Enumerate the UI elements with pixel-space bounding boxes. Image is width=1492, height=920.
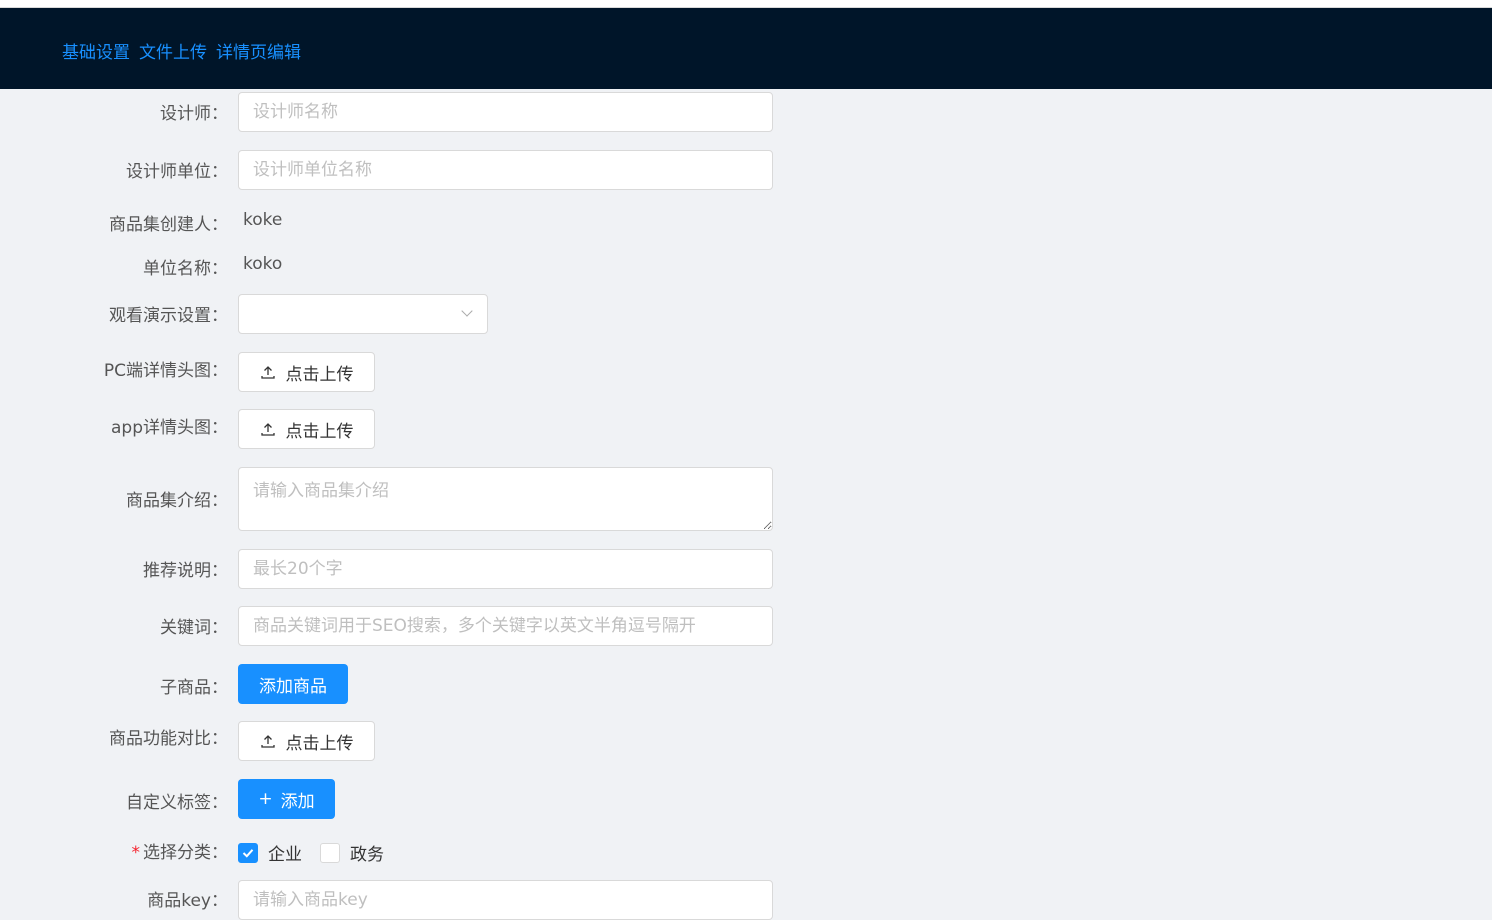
- category-option-government[interactable]: 政务: [320, 840, 384, 865]
- pc-header-label: PC端详情头图：: [103, 361, 228, 381]
- category-option-label: 企业: [268, 845, 302, 865]
- designer-org-input[interactable]: [238, 150, 773, 190]
- nav-file-upload[interactable]: 文件上传: [139, 38, 207, 63]
- demo-setting-label: 观看演示设置：: [109, 306, 228, 326]
- category-option-label: 政务: [350, 845, 384, 865]
- add-product-button[interactable]: 添加商品: [238, 664, 348, 704]
- pc-header-upload-label: 点击上传: [285, 364, 354, 385]
- custom-tags-label: 自定义标签：: [126, 793, 228, 813]
- checkbox-checked[interactable]: [238, 842, 258, 863]
- recommend-input[interactable]: [238, 549, 773, 589]
- creator-label: 商品集创建人：: [109, 215, 228, 235]
- app-header-upload-label: 点击上传: [285, 421, 354, 442]
- pc-header-upload-button[interactable]: 点击上传: [238, 352, 375, 392]
- sub-products-label: 子商品：: [160, 678, 228, 698]
- nav-basic-settings[interactable]: 基础设置: [62, 38, 130, 63]
- keywords-input[interactable]: [238, 606, 773, 646]
- demo-setting-select[interactable]: [238, 294, 488, 334]
- designer-label: 设计师：: [160, 104, 228, 124]
- org-name-label: 单位名称：: [143, 259, 228, 279]
- keywords-label: 关键词：: [160, 618, 228, 638]
- category-checkbox-group: 企业 政务: [238, 840, 402, 865]
- upload-icon: [260, 364, 276, 380]
- compare-upload-label: 点击上传: [285, 733, 354, 754]
- recommend-label: 推荐说明：: [143, 561, 228, 581]
- designer-input[interactable]: [238, 92, 773, 132]
- product-key-input[interactable]: [238, 880, 773, 920]
- top-nav: 基础设置 文件上传 详情页编辑: [62, 38, 301, 63]
- product-key-label: 商品key：: [147, 891, 228, 911]
- checkbox-unchecked[interactable]: [320, 842, 340, 863]
- required-mark: *: [131, 843, 141, 863]
- top-header: 基础设置 文件上传 详情页编辑: [0, 8, 1492, 89]
- creator-value: koke: [243, 210, 283, 230]
- add-tag-button[interactable]: + 添加: [238, 779, 335, 819]
- intro-label: 商品集介绍：: [126, 491, 228, 511]
- upload-icon: [260, 421, 276, 437]
- chevron-down-icon: [461, 305, 473, 317]
- category-option-enterprise[interactable]: 企业: [238, 840, 302, 865]
- designer-org-label: 设计师单位：: [126, 162, 228, 182]
- app-header-upload-button[interactable]: 点击上传: [238, 409, 375, 449]
- plus-icon: +: [258, 789, 273, 809]
- category-label-text: 选择分类：: [143, 843, 228, 863]
- intro-textarea[interactable]: [238, 467, 773, 531]
- nav-detail-edit[interactable]: 详情页编辑: [216, 38, 301, 63]
- compare-label: 商品功能对比：: [109, 729, 228, 749]
- compare-upload-button[interactable]: 点击上传: [238, 721, 375, 761]
- add-tag-label: 添加: [280, 791, 315, 812]
- category-label: * 选择分类：: [132, 838, 229, 863]
- upload-icon: [260, 733, 276, 749]
- check-icon: [242, 848, 254, 858]
- window-top-edge: [0, 0, 1492, 8]
- org-name-value: koko: [243, 254, 283, 274]
- app-header-label: app详情头图：: [111, 418, 228, 438]
